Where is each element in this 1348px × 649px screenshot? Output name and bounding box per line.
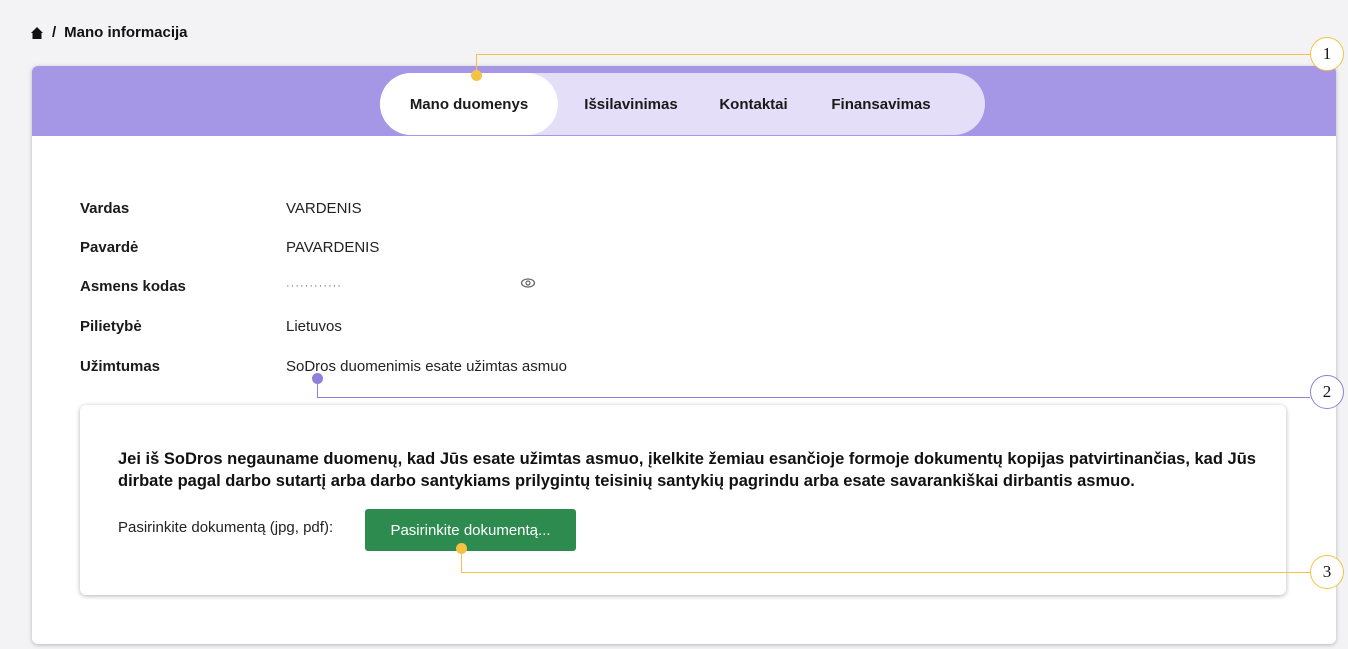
info-row-pilietybe: Pilietybė Lietuvos — [80, 316, 342, 336]
info-value: Lietuvos — [286, 317, 342, 335]
callout-line — [317, 397, 1310, 398]
tab-group: Mano duomenys Išsilavinimas Kontaktai Fi… — [380, 73, 985, 135]
info-label: Pilietybė — [80, 317, 142, 335]
info-label: Asmens kodas — [80, 277, 186, 295]
tab-kontaktai[interactable]: Kontaktai — [706, 73, 801, 135]
info-value: VARDENIS — [286, 199, 362, 217]
tab-finansavimas[interactable]: Finansavimas — [801, 73, 961, 135]
breadcrumb-current: Mano informacija — [64, 24, 188, 41]
employment-notice: Jei iš SoDros negauname duomenų, kad Jūs… — [80, 405, 1286, 595]
info-row-asmens-kodas: Asmens kodas ············ — [80, 276, 536, 296]
profile-card: Mano duomenys Išsilavinimas Kontaktai Fi… — [32, 66, 1336, 644]
callout-line — [476, 54, 1310, 55]
callout-number: 3 — [1310, 555, 1344, 589]
info-row-uzimtumas: Užimtumas SoDros duomenimis esate užimta… — [80, 356, 567, 376]
choose-document-button[interactable]: Pasirinkite dokumentą... — [365, 509, 576, 551]
eye-icon[interactable] — [520, 275, 536, 291]
masked-personal-code: ············ — [286, 280, 342, 292]
callout-line — [317, 380, 318, 397]
tab-bar: Mano duomenys Išsilavinimas Kontaktai Fi… — [32, 66, 1336, 136]
info-label: Vardas — [80, 199, 130, 217]
home-icon[interactable] — [30, 26, 44, 40]
callout-number: 2 — [1310, 375, 1344, 409]
info-label: Pavardė — [80, 238, 139, 256]
callout-number: 1 — [1310, 37, 1344, 71]
breadcrumb: / Mano informacija — [30, 24, 188, 41]
info-value: PAVARDENIS — [286, 238, 380, 256]
upload-label: Pasirinkite dokumentą (jpg, pdf): — [118, 519, 334, 536]
notice-text: Jei iš SoDros negauname duomenų, kad Jūs… — [118, 450, 1256, 490]
callout-line — [461, 572, 1310, 573]
callout-line — [476, 54, 477, 72]
callout-line — [461, 548, 462, 572]
info-row-vardas: Vardas VARDENIS — [80, 198, 362, 218]
info-label: Užimtumas — [80, 357, 161, 375]
tab-issilavinimas[interactable]: Išsilavinimas — [556, 73, 706, 135]
info-row-pavarde: Pavardė PAVARDENIS — [80, 237, 379, 257]
breadcrumb-separator: / — [52, 24, 57, 41]
info-value: SoDros duomenimis esate užimtas asmuo — [286, 357, 567, 375]
tab-mano-duomenys[interactable]: Mano duomenys — [380, 73, 558, 135]
